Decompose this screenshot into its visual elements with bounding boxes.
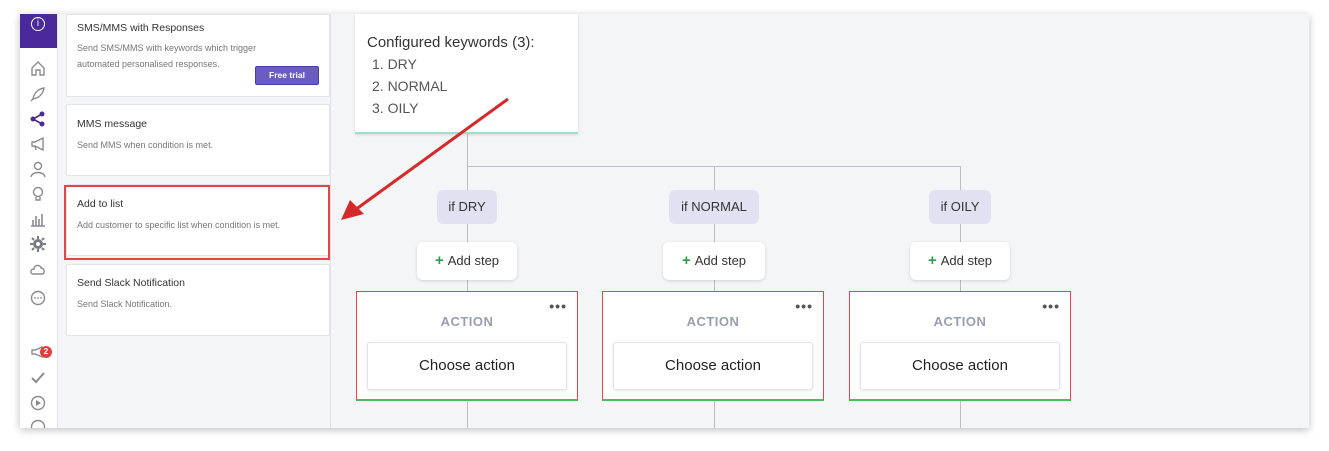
connector-line [467, 280, 468, 291]
rocket-icon[interactable] [29, 85, 47, 103]
notification-badge: 2 [40, 346, 52, 358]
card-mms-message[interactable]: MMS message Send MMS when condition is m… [66, 104, 330, 176]
connector-line [467, 166, 468, 190]
user-icon[interactable] [29, 160, 47, 178]
gear-icon[interactable] [29, 235, 47, 253]
card-title: SMS/MMS with Responses [77, 22, 205, 34]
keywords-header: Configured keywords (3): [367, 34, 535, 51]
connector-line [714, 400, 715, 428]
free-trial-button[interactable]: Free trial [255, 66, 319, 85]
card-description: Send Slack Notification. [77, 299, 173, 309]
card-title: MMS message [77, 118, 148, 130]
flow-canvas: Configured keywords (3): 1. DRY 2. NORMA… [331, 14, 1309, 428]
card-sms-mms-responses[interactable]: SMS/MMS with Responses Send SMS/MMS with… [66, 14, 330, 97]
action-box[interactable]: ••• ACTION Choose action [602, 291, 824, 401]
action-label: ACTION [933, 314, 987, 329]
keyword-item: 2. NORMAL [372, 78, 448, 94]
card-description: Send MMS when condition is met. [77, 140, 214, 150]
choose-action-button[interactable]: Choose action [613, 342, 813, 390]
more-options-icon[interactable]: ••• [1042, 298, 1060, 314]
connector-line [714, 280, 715, 291]
bar-chart-icon[interactable] [29, 210, 47, 228]
rail-header: i [20, 14, 57, 48]
card-send-slack-notification[interactable]: Send Slack Notification Send Slack Notif… [66, 264, 330, 336]
plus-icon: + [927, 252, 937, 269]
highlight-box [64, 185, 330, 260]
lightbulb-icon[interactable] [29, 185, 47, 203]
keyword-item: 1. DRY [372, 56, 417, 72]
plus-icon: + [434, 252, 444, 269]
condition-if-dry[interactable]: if DRY [437, 190, 497, 224]
home-icon[interactable] [29, 59, 47, 77]
condition-if-oily[interactable]: if OILY [929, 190, 991, 224]
choose-action-button[interactable]: Choose action [860, 342, 1060, 390]
add-step-button[interactable]: + Add step [910, 242, 1010, 280]
megaphone-icon[interactable] [29, 135, 47, 153]
connector-line [960, 224, 961, 242]
add-step-button[interactable]: + Add step [417, 242, 517, 280]
icon-rail: i 2 [20, 14, 58, 428]
more-options-icon[interactable]: ••• [549, 298, 567, 314]
connector-line [960, 280, 961, 291]
action-box[interactable]: ••• ACTION Choose action [849, 291, 1071, 401]
add-step-button[interactable]: + Add step [663, 242, 765, 280]
choose-action-button[interactable]: Choose action [367, 342, 567, 390]
keywords-card[interactable]: Configured keywords (3): 1. DRY 2. NORMA… [355, 14, 578, 134]
card-title: Send Slack Notification [77, 277, 185, 289]
connector-line [467, 224, 468, 242]
keyword-item: 3. OILY [372, 100, 419, 116]
connector-line [714, 224, 715, 242]
condition-if-normal[interactable]: if NORMAL [669, 190, 759, 224]
cloud-icon[interactable] [29, 260, 47, 278]
connector-line [960, 166, 961, 190]
action-box[interactable]: ••• ACTION Choose action [356, 291, 578, 401]
chat-icon[interactable] [29, 289, 47, 307]
connector-line [467, 400, 468, 428]
connector-line [467, 132, 468, 166]
connector-line [714, 166, 715, 190]
add-step-label: Add step [940, 253, 993, 268]
share-icon[interactable] [29, 110, 47, 128]
circle-icon[interactable] [29, 418, 47, 428]
more-options-icon[interactable]: ••• [795, 298, 813, 314]
info-icon[interactable]: i [31, 17, 45, 31]
play-icon[interactable] [29, 394, 47, 412]
add-step-label: Add step [447, 253, 500, 268]
action-label: ACTION [686, 314, 740, 329]
plus-icon: + [681, 252, 691, 269]
add-step-label: Add step [694, 253, 747, 268]
check-icon[interactable] [29, 369, 47, 387]
action-label: ACTION [440, 314, 494, 329]
connector-line [960, 400, 961, 428]
